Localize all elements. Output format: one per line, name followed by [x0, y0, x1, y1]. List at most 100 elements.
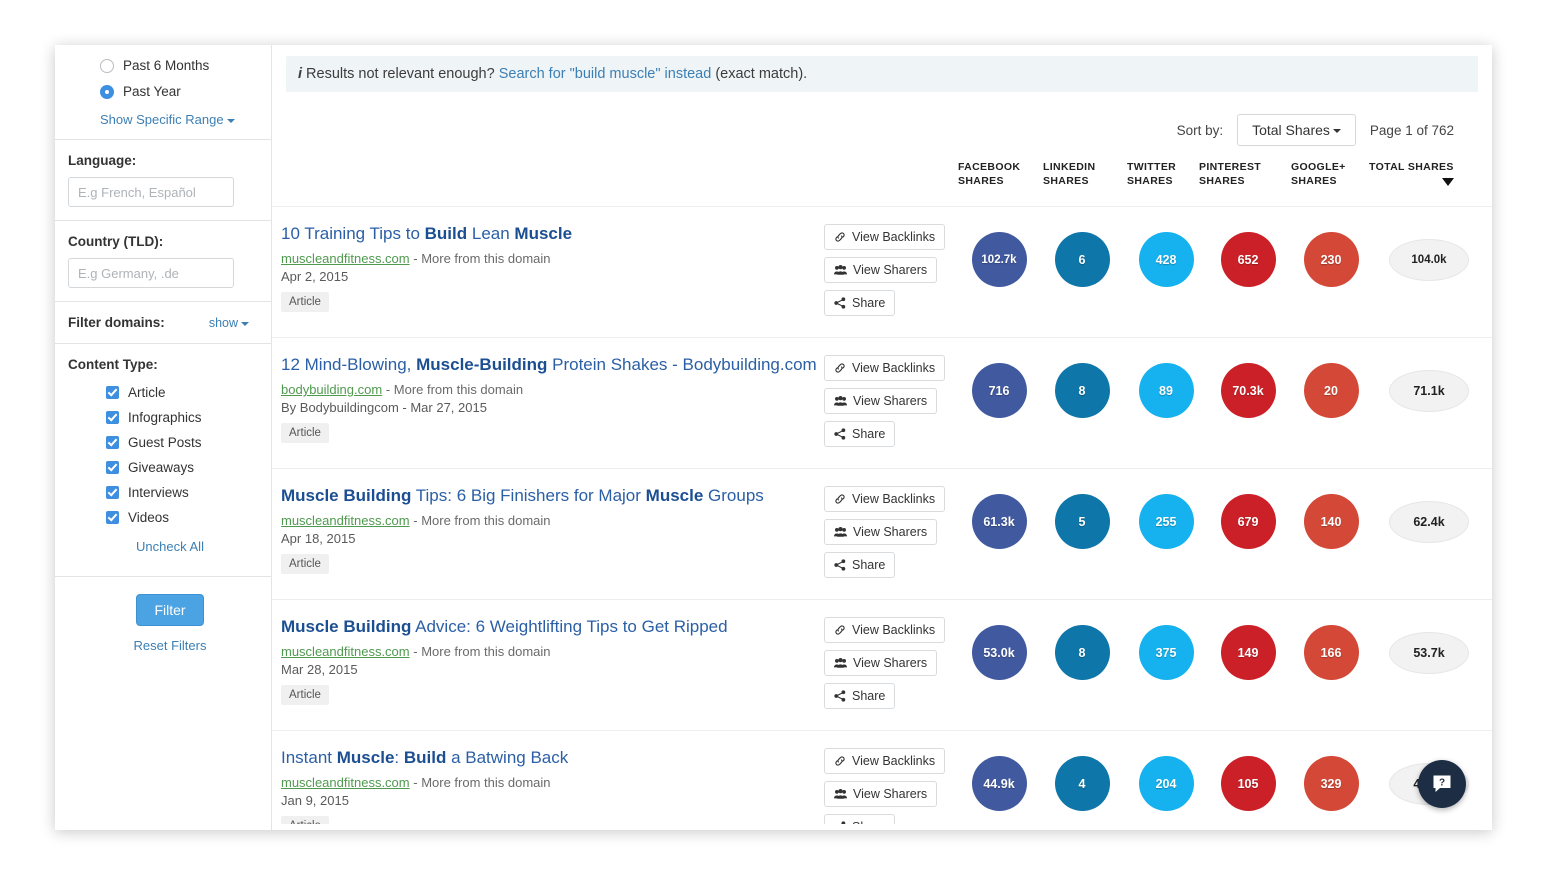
share-button-label: Share — [852, 427, 886, 441]
column-header-linkedin[interactable]: LINKEDIN SHARES — [1043, 160, 1095, 188]
metric-bubble-facebook: 61.3k — [971, 494, 1027, 549]
result-domain-link[interactable]: muscleandfitness.com — [281, 775, 410, 790]
share-button[interactable]: Share — [824, 683, 896, 709]
metric-bubble-twitter: 255 — [1138, 494, 1194, 549]
metric-bubble-linkedin: 4 — [1054, 756, 1110, 811]
more-from-domain-link[interactable]: - More from this domain — [413, 775, 550, 790]
more-from-domain-link[interactable]: - More from this domain — [386, 382, 523, 397]
column-header-line1: PINTEREST — [1199, 161, 1262, 173]
result-domain-line: muscleandfitness.com - More from this do… — [281, 775, 824, 790]
date-range-option-0[interactable]: Past 6 Months — [100, 53, 271, 78]
result-domain-link[interactable]: muscleandfitness.com — [281, 644, 410, 659]
radio-button[interactable] — [100, 58, 114, 73]
chat-question-icon: ? — [1433, 775, 1451, 792]
help-chat-button[interactable]: ? — [1418, 760, 1466, 808]
show-specific-range-row: Show Specific Range — [55, 105, 271, 139]
share-button[interactable]: Share — [824, 290, 896, 316]
more-from-domain-link[interactable]: - More from this domain — [413, 644, 550, 659]
title-text: Protein Shakes - Bodybuilding.com — [547, 355, 817, 374]
show-specific-range-label: Show Specific Range — [100, 112, 224, 127]
content-type-option-videos[interactable]: Videos — [106, 505, 258, 530]
view-sharers-button[interactable]: View Sharers — [824, 388, 938, 414]
content-type-option-infographics[interactable]: Infographics — [106, 405, 258, 430]
title-highlight: Muscle Building — [281, 486, 412, 505]
result-title-link[interactable]: Instant Muscle: Build a Batwing Back — [281, 746, 824, 770]
reset-filters-row: Reset Filters — [55, 626, 271, 653]
page-indicator: Page 1 of 762 — [1369, 122, 1454, 138]
metric-bubble-total: 62.4k — [1389, 501, 1469, 543]
view-backlinks-button[interactable]: View Backlinks — [824, 224, 946, 250]
checkbox[interactable] — [106, 461, 119, 474]
filter-domains-show-link[interactable]: show — [209, 316, 249, 330]
column-header-pinterest[interactable]: PINTEREST SHARES — [1199, 160, 1261, 188]
view-sharers-button[interactable]: View Sharers — [824, 781, 938, 807]
view-sharers-button[interactable]: View Sharers — [824, 519, 938, 545]
result-info: Muscle Building Tips: 6 Big Finishers fo… — [272, 484, 824, 585]
exact-match-search-link[interactable]: Search for "build muscle" instead — [499, 66, 712, 82]
filter-domains-show-label: show — [208, 316, 238, 330]
column-header-googleplus[interactable]: GOOGLE+ SHARES — [1291, 160, 1346, 188]
sort-by-dropdown[interactable]: Total Shares — [1237, 114, 1356, 146]
checkbox[interactable] — [106, 386, 119, 399]
result-byline: Apr 2, 2015 — [281, 269, 349, 284]
result-actions: View BacklinksView SharersShare — [824, 746, 989, 830]
svg-text:?: ? — [1439, 778, 1445, 789]
result-title-link[interactable]: 12 Mind-Blowing, Muscle-Building Protein… — [281, 353, 824, 377]
view-backlinks-button[interactable]: View Backlinks — [824, 617, 946, 643]
view-sharers-button[interactable]: View Sharers — [824, 650, 938, 676]
content-type-option-guest-posts[interactable]: Guest Posts — [106, 430, 258, 455]
country-input[interactable] — [68, 258, 234, 288]
date-range-option-1[interactable]: Past Year — [100, 79, 271, 104]
share-button[interactable]: Share — [824, 552, 896, 578]
more-from-domain-link[interactable]: - More from this domain — [413, 251, 550, 266]
view-backlinks-button[interactable]: View Backlinks — [824, 748, 946, 774]
metric-bubble-twitter: 428 — [1138, 232, 1194, 287]
content-type-option-interviews[interactable]: Interviews — [106, 480, 258, 505]
result-actions: View Backlinks View Sharers Share — [824, 222, 989, 323]
checkbox[interactable] — [106, 486, 119, 499]
metric-bubble-googleplus: 140 — [1303, 494, 1359, 549]
result-domain-link[interactable]: bodybuilding.com — [281, 382, 382, 397]
checkbox[interactable] — [106, 511, 119, 524]
title-text: Tips: 6 Big Finishers for Major — [411, 486, 646, 505]
language-input[interactable] — [68, 177, 234, 207]
share-button-label: Share — [852, 558, 886, 572]
result-title-link[interactable]: Muscle Building Tips: 6 Big Finishers fo… — [281, 484, 824, 508]
content-type-option-giveaways[interactable]: Giveaways — [106, 455, 258, 480]
radio-button[interactable] — [100, 84, 114, 99]
metric-bubble-linkedin: 5 — [1054, 494, 1110, 549]
result-domain-link[interactable]: muscleandfitness.com — [281, 251, 410, 266]
filter-button-row: Filter — [55, 577, 271, 626]
column-header-facebook[interactable]: FACEBOOK SHARES — [958, 160, 1020, 188]
view-sharers-button[interactable]: View Sharers — [824, 257, 938, 283]
metric-bubble-googleplus: 230 — [1303, 232, 1359, 287]
metric-bubble-total: 104.0k — [1389, 239, 1469, 281]
more-from-domain-link[interactable]: - More from this domain — [413, 513, 550, 528]
result-domain-link[interactable]: muscleandfitness.com — [281, 513, 410, 528]
title-highlight: Muscle — [336, 748, 395, 767]
view-backlinks-button[interactable]: View Backlinks — [824, 355, 946, 381]
filter-button[interactable]: Filter — [136, 594, 204, 626]
checkbox[interactable] — [106, 436, 119, 449]
column-header-total[interactable]: TOTAL SHARES — [1369, 160, 1454, 174]
content-type-option-article[interactable]: Article — [106, 380, 258, 405]
notice-suffix: (exact match). — [715, 66, 808, 82]
view-backlinks-button[interactable]: View Backlinks — [824, 486, 946, 512]
reset-filters-link[interactable]: Reset Filters — [134, 638, 207, 653]
share-icon — [834, 428, 846, 440]
share-button[interactable]: Share — [824, 421, 896, 447]
uncheck-all-link[interactable]: Uncheck All — [136, 539, 204, 554]
column-header-twitter[interactable]: TWITTER SHARES — [1127, 160, 1176, 188]
result-type-tag: Article — [281, 685, 329, 705]
show-specific-range-link[interactable]: Show Specific Range — [100, 112, 235, 127]
result-metrics: 716 8 89 70.3k 20 71.1k — [971, 353, 1492, 454]
view-backlinks-button-label: View Backlinks — [852, 230, 936, 244]
sort-descending-arrow-icon[interactable] — [1442, 178, 1454, 186]
column-header-line1: GOOGLE+ — [1291, 161, 1346, 173]
country-filter: Country (TLD): — [55, 221, 271, 301]
result-title-link[interactable]: 10 Training Tips to Build Lean Muscle — [281, 222, 824, 246]
result-title-link[interactable]: Muscle Building Advice: 6 Weightlifting … — [281, 615, 824, 639]
checkbox[interactable] — [106, 411, 119, 424]
date-range-radio-group: Past 6 Months Past Year — [55, 45, 271, 104]
sort-toolbar: Sort by: Total Shares Page 1 of 762 — [272, 92, 1492, 146]
